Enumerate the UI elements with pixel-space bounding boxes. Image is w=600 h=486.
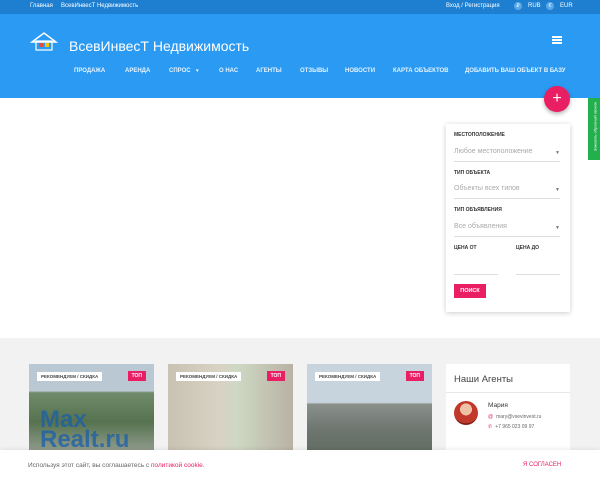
phone-icon: ✆ <box>488 424 493 430</box>
currency-eur[interactable]: EUR <box>560 3 573 9</box>
ad-type-select[interactable]: Все объявления ▼ <box>454 223 560 237</box>
chevron-down-icon[interactable]: ▾ <box>196 68 199 74</box>
cookie-text: Используя этот сайт, вы соглашаетесь с п… <box>28 462 205 469</box>
agent-phone: +7 965 023 09 97 <box>495 424 535 430</box>
nav-map[interactable]: КАРТА ОБЪЕКТОВ <box>393 68 449 74</box>
ad-type-label: ТИП ОБЪЯВЛЕНИЯ <box>454 207 502 213</box>
search-form: МЕСТОПОЛОЖЕНИЕ Любое местоположение ▼ ТИ… <box>446 124 570 312</box>
location-label: МЕСТОПОЛОЖЕНИЕ <box>454 132 505 138</box>
caret-down-icon: ▼ <box>555 187 560 193</box>
listing-badge: РЕКОМЕНДУЕМ / СКИДКА <box>176 372 242 381</box>
watermark-logo: Max Realt.ru <box>40 408 130 453</box>
top-badge: ТОП <box>405 371 424 381</box>
divider <box>446 392 570 393</box>
type-label: ТИП ОБЪЕКТА <box>454 170 491 176</box>
listing-card[interactable]: РЕКОМЕНДУЕМ / СКИДКА ТОП <box>307 364 432 460</box>
email-icon: @ <box>488 414 494 420</box>
site-title[interactable]: ВсевИнвесТ Недвижимость <box>69 38 249 54</box>
breadcrumb-home[interactable]: Главная <box>30 3 53 9</box>
top-badge: ТОП <box>266 371 285 381</box>
type-value: Объекты всех типов <box>454 185 520 192</box>
ad-type-value: Все объявления <box>454 223 507 230</box>
menu-icon[interactable] <box>552 36 562 44</box>
site-header: ВсевИнвесТ Недвижимость ПРОДАЖА АРЕНДА С… <box>0 14 600 98</box>
price-from-label: ЦЕНА ОТ <box>454 245 477 251</box>
cookie-banner: Используя этот сайт, вы соглашаетесь с п… <box>0 450 600 486</box>
watermark-line2: Realt.ru <box>40 426 130 453</box>
nav-agents[interactable]: АГЕНТЫ <box>256 68 282 74</box>
agents-title: Наши Агенты <box>454 374 514 385</box>
nav-sale[interactable]: ПРОДАЖА <box>74 68 105 74</box>
cookie-policy-link[interactable]: политикой cookie <box>151 462 203 469</box>
nav-news[interactable]: НОВОСТИ <box>345 68 375 74</box>
callback-tab[interactable]: Заказать обратный звонок <box>588 98 600 160</box>
nav-rent[interactable]: АРЕНДА <box>125 68 150 74</box>
listing-badge: РЕКОМЕНДУЕМ / СКИДКА <box>315 372 381 381</box>
caret-down-icon: ▼ <box>555 150 560 156</box>
listing-card[interactable]: РЕКОМЕНДУЕМ / СКИДКА ТОП <box>168 364 293 460</box>
euro-icon[interactable]: € <box>546 2 554 10</box>
ruble-icon[interactable]: ₽ <box>514 2 522 10</box>
nav-reviews[interactable]: ОТЗЫВЫ <box>300 68 328 74</box>
type-select[interactable]: Объекты всех типов ▼ <box>454 185 560 199</box>
add-button[interactable]: + <box>544 86 570 112</box>
breadcrumb-current: ВсевИнвесТ Недвижимость <box>61 3 139 9</box>
price-to-label: ЦЕНА ДО <box>516 245 540 251</box>
nav-about[interactable]: О НАС <box>219 68 238 74</box>
login-link[interactable]: Вход / Регистрация <box>446 3 500 9</box>
callback-label: Заказать обратный звонок <box>592 101 598 152</box>
price-from-input[interactable] <box>454 274 498 275</box>
search-button[interactable]: ПОИСК <box>454 284 486 298</box>
agent-name[interactable]: Мария <box>488 402 508 409</box>
nav-add-object[interactable]: ДОБАВИТЬ ВАШ ОБЪЕКТ В БАЗУ <box>465 68 566 74</box>
cookie-message: Используя этот сайт, вы соглашаетесь с <box>28 462 150 469</box>
agent-email: mary@vsevinvest.ru <box>496 414 542 420</box>
location-value: Любое местоположение <box>454 148 533 155</box>
avatar[interactable] <box>454 401 478 425</box>
location-select[interactable]: Любое местоположение ▼ <box>454 148 560 162</box>
agent-phone-row[interactable]: ✆ +7 965 023 09 97 <box>488 424 534 430</box>
price-to-input[interactable] <box>516 274 560 275</box>
logo-icon[interactable] <box>30 30 58 52</box>
agent-email-row[interactable]: @ mary@vsevinvest.ru <box>488 414 541 420</box>
nav-demand[interactable]: СПРОС <box>169 68 191 74</box>
caret-down-icon: ▼ <box>555 225 560 231</box>
listing-badge: РЕКОМЕНДУЕМ / СКИДКА <box>37 372 103 381</box>
top-badge: ТОП <box>127 371 146 381</box>
currency-rub[interactable]: RUB <box>528 3 541 9</box>
top-bar: Главная ВсевИнвесТ Недвижимость Вход / Р… <box>0 0 600 14</box>
cookie-agree-button[interactable]: Я СОГЛАСЕН <box>523 462 561 468</box>
